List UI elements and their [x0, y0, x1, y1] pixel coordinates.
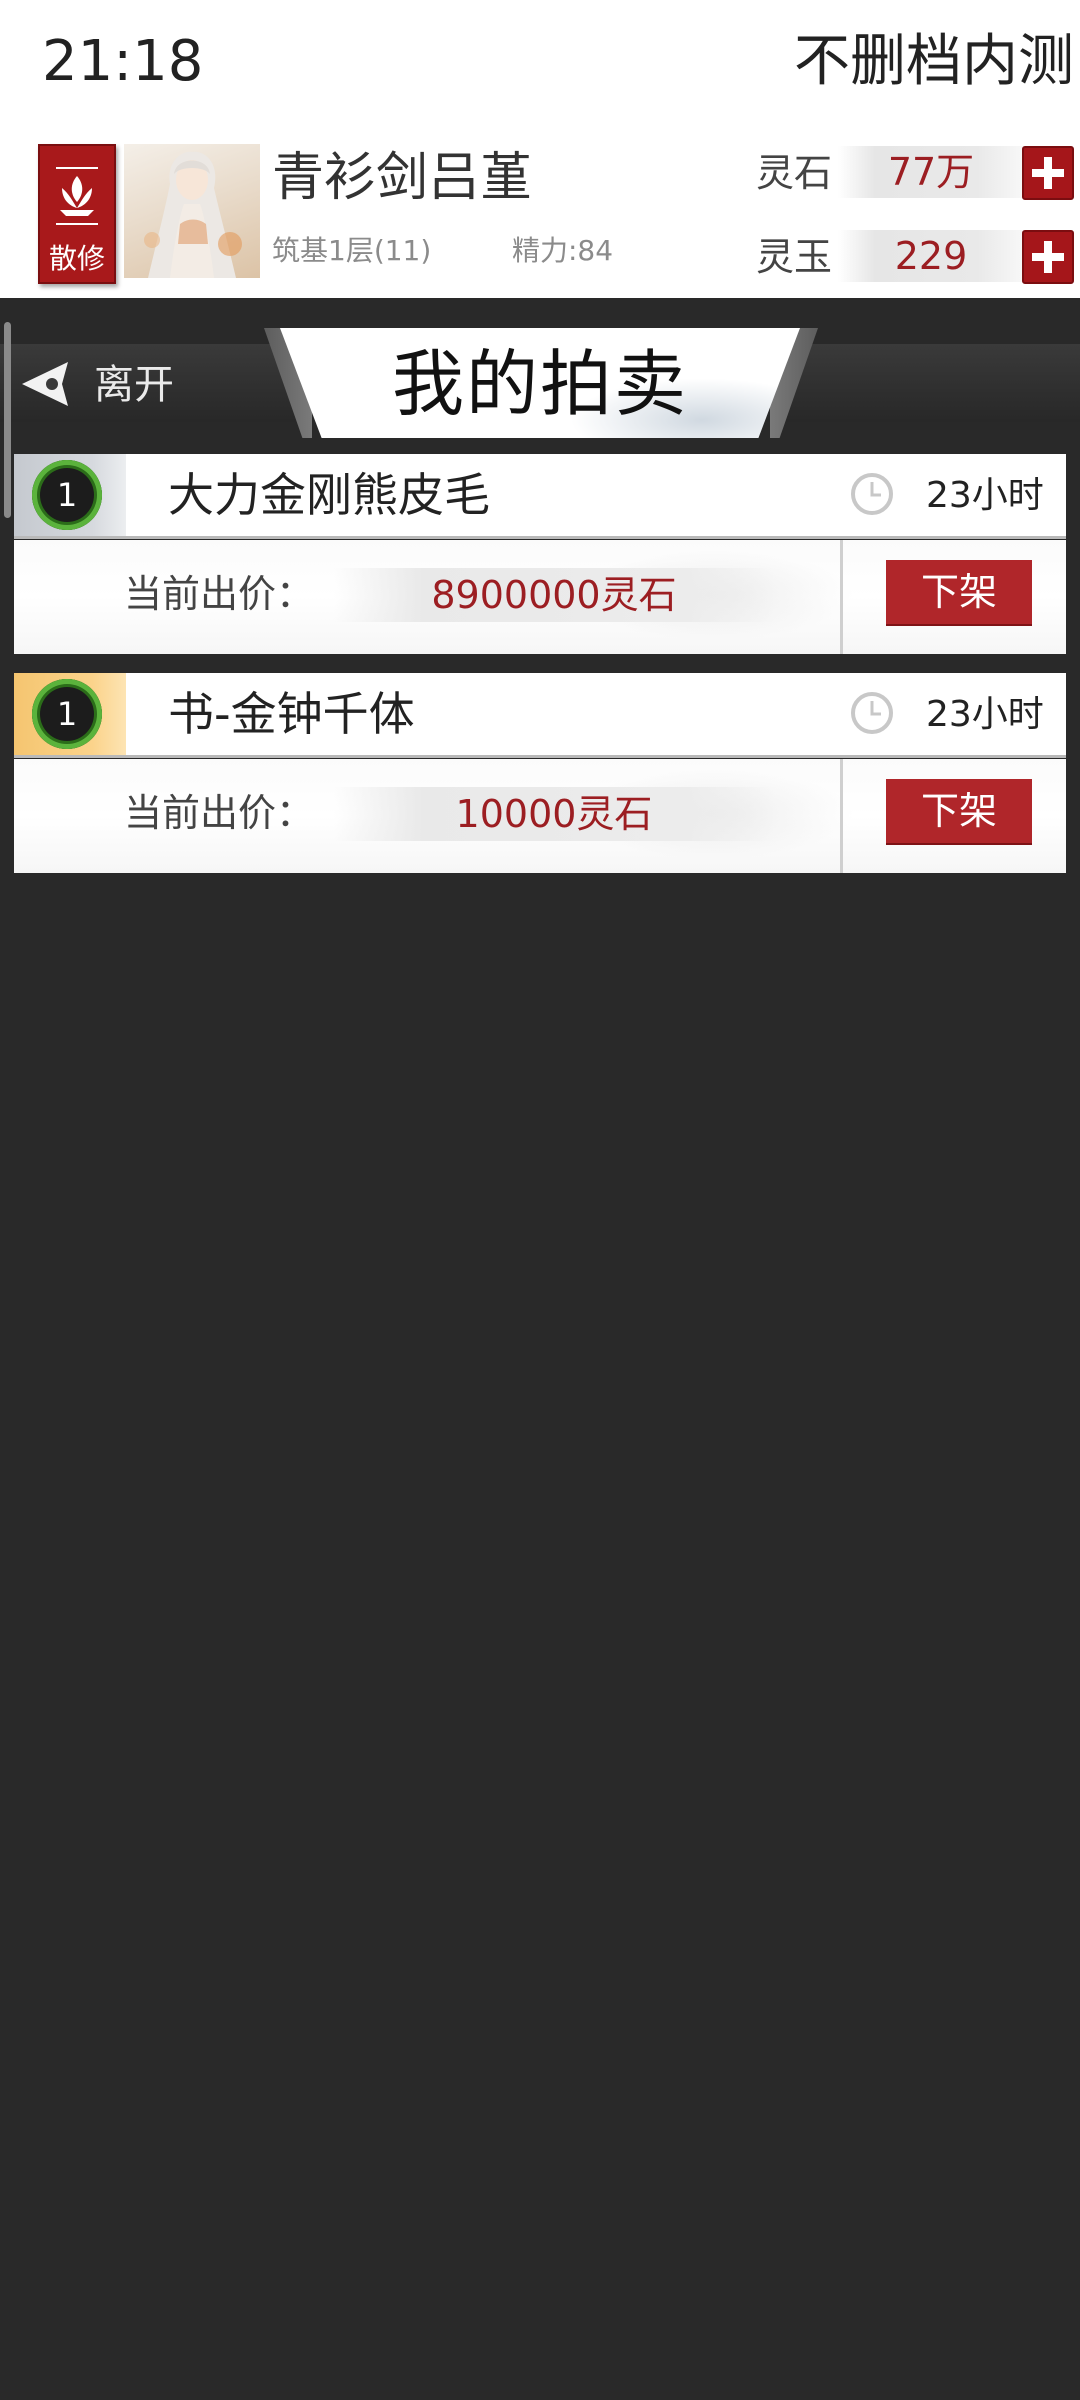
auction-card: 1 书-金钟千体 23小时 当前出价： 10000灵石 下架 [14, 673, 1066, 873]
auction-card: 1 大力金刚熊皮毛 23小时 当前出价： 8900000灵石 下架 [14, 454, 1066, 654]
title-plate: 我的拍卖 [280, 328, 800, 438]
back-arrow-icon [22, 362, 68, 406]
item-name: 书-金钟千体 [168, 687, 415, 741]
auction-card-body: 当前出价： 10000灵石 下架 [14, 759, 1066, 873]
lotus-emblem-icon [56, 167, 98, 225]
current-bid-value: 10000灵石 [334, 787, 774, 841]
currency-label-lingshi: 灵石 [756, 151, 833, 195]
currency-value-lingyu: 229 [838, 230, 1024, 282]
back-button-label: 离开 [94, 362, 174, 408]
sect-badge-label: 散修 [48, 242, 105, 275]
item-quantity-badge: 1 [32, 460, 102, 530]
currency-value-lingshi: 77万 [838, 146, 1024, 198]
clock-icon [851, 692, 893, 734]
sect-badge[interactable]: 散修 [38, 144, 116, 284]
player-energy: 精力:84 [512, 234, 614, 267]
auction-card-header: 1 书-金钟千体 23小时 [14, 673, 1066, 755]
avatar[interactable] [124, 144, 260, 278]
time-remaining: 23小时 [926, 475, 1044, 516]
page-title: 我的拍卖 [391, 342, 688, 426]
clock-icon [851, 473, 893, 515]
title-bar: 离开 我的拍卖 [0, 320, 1080, 438]
player-name: 青衫剑吕堇 [272, 148, 533, 208]
currency-label-lingyu: 灵玉 [756, 235, 833, 279]
card-divider [840, 759, 843, 873]
card-divider [840, 540, 843, 654]
delist-button[interactable]: 下架 [886, 560, 1032, 624]
delist-button[interactable]: 下架 [886, 779, 1032, 843]
current-bid-label: 当前出价： [124, 791, 315, 835]
item-rarity-slot: 1 [14, 673, 126, 755]
current-bid-label: 当前出价： [124, 572, 315, 616]
auction-card-header: 1 大力金刚熊皮毛 23小时 [14, 454, 1066, 536]
scroll-indicator[interactable] [4, 322, 11, 518]
auction-card-body: 当前出价： 8900000灵石 下架 [14, 540, 1066, 654]
status-bar: 21:18 不删档内测 [0, 0, 1080, 130]
player-header: 散修 青衫剑吕堇 筑基1层(11) 精力:84 灵石 77万 灵玉 229 [0, 130, 1080, 298]
player-realm: 筑基1层(11) [272, 234, 432, 267]
server-name: 不删档内测 [794, 29, 1074, 94]
character-portrait [144, 151, 242, 278]
current-bid-value: 8900000灵石 [334, 568, 774, 622]
add-lingyu-button[interactable] [1022, 230, 1074, 284]
auction-screen: 21:18 不删档内测 散修 青衫剑吕堇 筑基1层(11) 精力:84 灵石 7… [0, 0, 1080, 2400]
clock-time: 21:18 [42, 29, 204, 94]
item-rarity-slot: 1 [14, 454, 126, 536]
item-name: 大力金刚熊皮毛 [168, 468, 490, 522]
add-lingshi-button[interactable] [1022, 146, 1074, 200]
time-remaining: 23小时 [926, 694, 1044, 735]
back-button[interactable]: 离开 [18, 356, 188, 416]
item-quantity-badge: 1 [32, 679, 102, 749]
